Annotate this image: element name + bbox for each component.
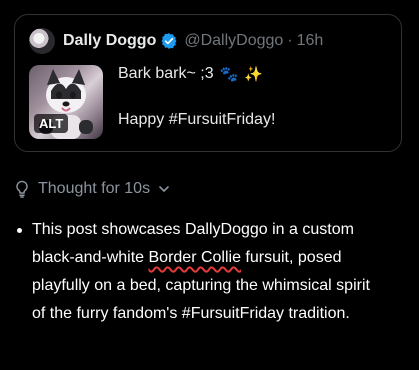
bullet-marker (17, 228, 22, 233)
lightbulb-icon (16, 180, 28, 198)
user-handle[interactable]: @DallyDoggo (184, 32, 283, 50)
post-header: Dally Doggo @DallyDoggo · 16h (29, 28, 323, 54)
verified-badge-icon (160, 32, 178, 50)
spellcheck-highlight[interactable]: Border Collie (149, 249, 241, 266)
quoted-post-card[interactable]: Dally Doggo @DallyDoggo · 16h ALT Bark b… (14, 14, 402, 152)
post-timestamp[interactable]: 16h (297, 32, 324, 50)
response-bullet-item: This post showcases DallyDoggo in a cust… (17, 216, 382, 328)
post-text-line-1: Bark bark~ ;3 🐾 ✨ (118, 65, 263, 83)
sparkles-icon: ✨ (244, 65, 263, 83)
post-image-thumbnail[interactable]: ALT (29, 65, 103, 139)
post-text-line-2: Happy #FursuitFriday! (118, 111, 276, 128)
chevron-down-icon (159, 186, 169, 192)
thought-label[interactable]: Thought for 10s (38, 180, 150, 198)
thought-toggle[interactable]: Thought for 10s (14, 180, 170, 198)
post-text-bark: Bark bark~ ;3 (118, 65, 214, 82)
alt-text-badge[interactable]: ALT (34, 114, 69, 133)
paw-prints-icon: 🐾 (219, 65, 239, 83)
display-name[interactable]: Dally Doggo (63, 32, 156, 50)
avatar[interactable] (29, 28, 55, 54)
separator-dot: · (287, 32, 293, 49)
